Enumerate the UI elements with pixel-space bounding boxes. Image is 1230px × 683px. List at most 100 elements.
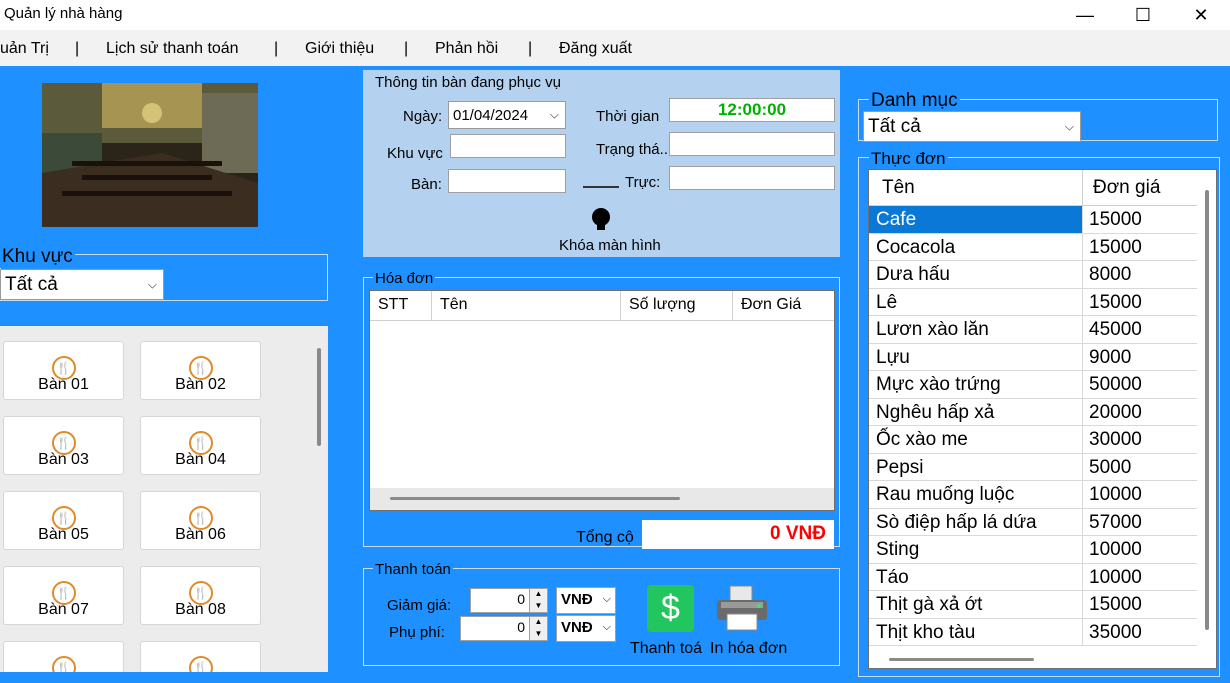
discount-currency-select[interactable]: VNĐ ⌵ — [556, 587, 616, 614]
bill-col-price[interactable]: Đơn Giá — [733, 291, 834, 321]
table-button[interactable]: 🍴 Bàn 08 — [140, 566, 261, 625]
food-menu-row[interactable]: Cocacola 15000 — [869, 233, 1197, 261]
food-price-cell[interactable]: 15000 — [1083, 206, 1197, 234]
lock-icon[interactable] — [590, 207, 612, 231]
food-menu-row[interactable]: Táo 10000 — [869, 563, 1197, 591]
table-button[interactable]: 🍴 Bàn 02 — [140, 341, 261, 400]
food-name-cell[interactable]: Cocacola — [869, 233, 1083, 261]
food-name-cell[interactable]: Sting — [869, 536, 1083, 564]
food-price-cell[interactable]: 35000 — [1083, 619, 1197, 646]
bill-col-qty[interactable]: Số lượng — [621, 291, 733, 321]
food-price-cell[interactable]: 30000 — [1083, 426, 1197, 454]
food-name-cell[interactable]: Nghêu hấp xả — [869, 398, 1083, 426]
menu-feedback[interactable]: Phản hồi — [435, 40, 498, 58]
food-price-cell[interactable]: 15000 — [1083, 289, 1197, 316]
food-price-cell[interactable]: 50000 — [1083, 371, 1197, 399]
stepper-down-icon[interactable]: ▼ — [529, 600, 547, 612]
category-select[interactable]: Tất cả ⌵ — [863, 111, 1081, 142]
food-name-cell[interactable]: Dưa hấu — [869, 261, 1083, 289]
food-name-cell[interactable]: Thịt gà xả ớt — [869, 591, 1083, 619]
stepper-down-icon[interactable]: ▼ — [529, 628, 547, 640]
table-button[interactable]: 🍴 — [140, 641, 261, 672]
food-name-cell[interactable]: Pepsi — [869, 453, 1083, 481]
food-name-cell[interactable]: Lê — [869, 288, 1083, 316]
date-picker[interactable]: 01/04/2024 ⌵ — [448, 101, 566, 129]
tables-scrollbar[interactable] — [317, 348, 321, 446]
food-price-cell[interactable]: 10000 — [1083, 564, 1197, 591]
food-name-cell[interactable]: Thịt kho tàu — [869, 618, 1083, 646]
dollar-icon[interactable]: $ — [647, 585, 694, 632]
food-price-cell[interactable]: 45000 — [1083, 316, 1197, 344]
food-name-cell[interactable]: Rau muống luộc — [869, 481, 1083, 509]
food-name-cell[interactable]: Lươn xào lăn — [869, 316, 1083, 344]
bill-hscroll[interactable] — [370, 488, 834, 510]
food-price-cell[interactable]: 15000 — [1083, 591, 1197, 619]
table-field[interactable] — [448, 169, 566, 193]
food-name-cell[interactable]: Sò điệp hấp lá dứa — [869, 508, 1083, 536]
pay-label[interactable]: Thanh toá — [630, 640, 702, 658]
food-menu-hscroll[interactable] — [889, 658, 1034, 661]
shift-field[interactable] — [669, 166, 835, 190]
print-label[interactable]: In hóa đơn — [710, 640, 787, 658]
stepper-up-icon[interactable]: ▲ — [529, 617, 547, 629]
fee-currency-select[interactable]: VNĐ ⌵ — [556, 615, 616, 642]
food-price-cell[interactable]: 8000 — [1083, 261, 1197, 289]
food-col-name[interactable]: Tên — [869, 170, 1083, 206]
food-price-cell[interactable]: 10000 — [1083, 481, 1197, 509]
food-menu-row[interactable]: Dưa hấu 8000 — [869, 261, 1197, 289]
status-field[interactable] — [669, 132, 835, 156]
lock-screen-label[interactable]: Khóa màn hình — [559, 237, 661, 254]
food-menu-row[interactable]: Rau muống luộc 10000 — [869, 481, 1197, 509]
food-price-cell[interactable]: 9000 — [1083, 344, 1197, 371]
food-menu-row[interactable]: Thịt gà xả ớt 15000 — [869, 591, 1197, 619]
bill-col-stt[interactable]: STT — [370, 291, 432, 321]
discount-stepper[interactable]: 0 ▲ ▼ — [470, 588, 548, 613]
food-name-cell[interactable]: Cafe — [869, 206, 1083, 234]
table-button[interactable]: 🍴 — [3, 641, 124, 672]
area-field[interactable] — [450, 134, 566, 158]
food-col-price[interactable]: Đơn giá — [1083, 170, 1197, 206]
bill-grid[interactable]: STT Tên Số lượng Đơn Giá — [369, 290, 835, 511]
food-menu-row[interactable]: Sting 10000 — [869, 536, 1197, 564]
close-button[interactable]: ✕ — [1172, 0, 1230, 30]
table-button[interactable]: 🍴 Bàn 05 — [3, 491, 124, 550]
stepper-up-icon[interactable]: ▲ — [529, 589, 547, 601]
food-name-cell[interactable]: Táo — [869, 563, 1083, 591]
food-menu-row[interactable]: Thịt kho tàu 35000 — [869, 618, 1197, 646]
food-menu-row[interactable]: Lươn xào lăn 45000 — [869, 316, 1197, 344]
food-price-cell[interactable]: 20000 — [1083, 399, 1197, 426]
food-name-cell[interactable]: Lựu — [869, 343, 1083, 371]
food-menu-vscroll[interactable] — [1205, 190, 1209, 630]
bill-hscroll-thumb[interactable] — [390, 497, 680, 500]
menu-logout[interactable]: Đăng xuất — [559, 40, 632, 58]
food-menu-row[interactable]: Cafe 15000 — [869, 206, 1197, 234]
food-menu-row[interactable]: Sò điệp hấp lá dứa 57000 — [869, 508, 1197, 536]
food-menu-grid[interactable]: Tên Đơn giá Cafe 15000 Cocacola 15000 Dưa hấ… — [868, 169, 1217, 669]
table-button[interactable]: 🍴 Bàn 06 — [140, 491, 261, 550]
food-menu-row[interactable]: Ốc xào me 30000 — [869, 426, 1197, 454]
food-menu-row[interactable]: Lựu 9000 — [869, 343, 1197, 371]
food-name-cell[interactable]: Mực xào trứng — [869, 371, 1083, 399]
food-menu-row[interactable]: Lê 15000 — [869, 288, 1197, 316]
food-menu-row[interactable]: Nghêu hấp xả 20000 — [869, 398, 1197, 426]
food-name-cell[interactable]: Ốc xào me — [869, 426, 1083, 454]
table-button[interactable]: 🍴 Bàn 04 — [140, 416, 261, 475]
minimize-button[interactable]: — — [1056, 0, 1114, 30]
menu-quan-tri[interactable]: uản Trị — [0, 40, 49, 58]
menu-payment-history[interactable]: Lịch sử thanh toán — [106, 40, 239, 58]
table-button[interactable]: 🍴 Bàn 07 — [3, 566, 124, 625]
food-price-cell[interactable]: 57000 — [1083, 509, 1197, 536]
maximize-button[interactable]: ☐ — [1114, 0, 1172, 30]
food-price-cell[interactable]: 10000 — [1083, 536, 1197, 564]
area-select[interactable]: Tất cả ⌵ — [0, 269, 164, 300]
table-button[interactable]: 🍴 Bàn 01 — [3, 341, 124, 400]
fee-stepper[interactable]: 0 ▲ ▼ — [460, 616, 548, 641]
printer-icon[interactable] — [713, 584, 771, 634]
food-price-cell[interactable]: 5000 — [1083, 454, 1197, 481]
food-menu-row[interactable]: Mực xào trứng 50000 — [869, 371, 1197, 399]
food-menu-row[interactable]: Pepsi 5000 — [869, 453, 1197, 481]
food-price-cell[interactable]: 15000 — [1083, 234, 1197, 261]
bill-col-name[interactable]: Tên — [432, 291, 621, 321]
table-button[interactable]: 🍴 Bàn 03 — [3, 416, 124, 475]
menu-about[interactable]: Giới thiệu — [305, 40, 374, 58]
